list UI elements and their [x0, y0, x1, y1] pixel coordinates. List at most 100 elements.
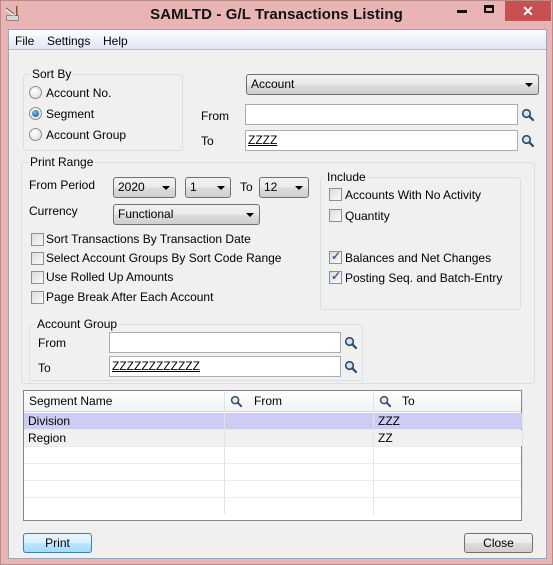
- checkbox-balances[interactable]: [329, 249, 342, 264]
- search-icon[interactable]: [344, 336, 358, 350]
- cell-to[interactable]: ZZ: [374, 430, 523, 446]
- cell-from[interactable]: [225, 430, 374, 446]
- checkbox-sort-code-range[interactable]: [31, 252, 44, 265]
- column-header-label: To: [402, 394, 415, 408]
- empty-cell: [225, 464, 374, 480]
- checkbox-sort-code-range-label: Select Account Groups By Sort Code Range: [46, 251, 282, 265]
- empty-row: [24, 447, 523, 464]
- account-group-to-input[interactable]: ZZZZZZZZZZZZ: [109, 356, 341, 377]
- checkbox-no-activity-label: Accounts With No Activity: [345, 188, 482, 202]
- from-period-label: From Period: [29, 178, 96, 192]
- checkbox-balances-label: Balances and Net Changes: [345, 251, 492, 265]
- checkbox-posting-seq-label: Posting Seq. and Batch-Entry: [345, 271, 503, 285]
- account-group-label: Account Group: [35, 317, 120, 331]
- close-button[interactable]: Close: [464, 533, 533, 553]
- menu-bar: File Settings Help: [9, 30, 546, 50]
- cell-from[interactable]: [225, 413, 374, 429]
- column-header-label: From: [254, 394, 282, 408]
- radio-account-group[interactable]: [29, 128, 42, 141]
- checkbox-page-break-label: Page Break After Each Account: [46, 290, 214, 304]
- table-row[interactable]: Region ZZ: [24, 430, 523, 447]
- checkbox-no-activity[interactable]: [329, 188, 342, 201]
- chevron-down-icon: [295, 186, 303, 190]
- menu-file[interactable]: File: [15, 34, 34, 48]
- sort-from-label: From: [201, 109, 229, 123]
- chevron-down-icon: [162, 186, 170, 190]
- checkbox-posting-seq[interactable]: [329, 269, 342, 284]
- segment-select-value: Account: [251, 77, 295, 91]
- search-icon[interactable]: [521, 108, 535, 122]
- checkbox-sort-by-date-label: Sort Transactions By Transaction Date: [46, 232, 251, 246]
- sort-from-input[interactable]: [245, 104, 518, 125]
- grid-header: Segment Name From To: [24, 391, 523, 412]
- search-icon[interactable]: [521, 134, 535, 148]
- app-window: SAMLTD - G/L Transactions Listing ✕ File…: [0, 0, 553, 565]
- checkbox-rolled-up-label: Use Rolled Up Amounts: [46, 270, 174, 284]
- chevron-down-icon: [525, 83, 533, 87]
- to-period-label: To: [240, 180, 253, 194]
- segment-select[interactable]: Account: [246, 74, 539, 95]
- sort-by-label: Sort By: [30, 67, 74, 81]
- minimize-button[interactable]: [449, 1, 475, 21]
- currency-label: Currency: [29, 204, 78, 218]
- close-window-button[interactable]: ✕: [505, 1, 551, 21]
- client-area: File Settings Help Sort By Account No. S…: [8, 29, 547, 559]
- empty-cell: [225, 447, 374, 463]
- cell-segment-name: Region: [24, 430, 225, 446]
- column-header-from[interactable]: From: [225, 391, 374, 412]
- sort-to-input[interactable]: ZZZZ: [245, 130, 518, 151]
- empty-cell: [225, 498, 374, 514]
- include-label: Include: [325, 170, 368, 184]
- empty-cell: [24, 447, 225, 463]
- checkbox-rolled-up[interactable]: [31, 271, 44, 284]
- radio-account-no-label: Account No.: [46, 86, 112, 100]
- chevron-down-icon: [217, 186, 225, 190]
- menu-settings[interactable]: Settings: [47, 34, 90, 48]
- radio-segment-label: Segment: [46, 107, 95, 121]
- checkbox-quantity[interactable]: [329, 209, 342, 222]
- column-header-to[interactable]: To: [374, 391, 523, 412]
- empty-cell: [24, 498, 225, 514]
- empty-cell: [225, 481, 374, 497]
- radio-account-group-label: Account Group: [46, 128, 127, 142]
- chevron-down-icon: [246, 213, 254, 217]
- empty-cell: [374, 498, 523, 514]
- checkbox-quantity-label: Quantity: [345, 209, 390, 223]
- maximize-button[interactable]: [476, 1, 502, 21]
- print-range-label: Print Range: [28, 155, 96, 169]
- column-header-label: Segment Name: [29, 394, 113, 408]
- empty-cell: [24, 481, 225, 497]
- menu-help[interactable]: Help: [103, 34, 128, 48]
- to-period-select[interactable]: 12: [259, 177, 309, 198]
- account-group-to-label: To: [38, 361, 51, 375]
- empty-row: [24, 464, 523, 481]
- empty-cell: [374, 447, 523, 463]
- search-icon[interactable]: [344, 360, 358, 374]
- radio-account-no[interactable]: [29, 86, 42, 99]
- empty-cell: [374, 464, 523, 480]
- from-period-select[interactable]: 1: [185, 177, 231, 198]
- column-header-segment-name[interactable]: Segment Name: [24, 391, 225, 412]
- search-icon: [230, 395, 243, 408]
- to-period-value: 12: [264, 180, 278, 194]
- account-group-from-label: From: [38, 336, 66, 350]
- empty-cell: [24, 464, 225, 480]
- empty-cell: [374, 481, 523, 497]
- account-group-from-input[interactable]: [109, 332, 341, 353]
- checkbox-page-break[interactable]: [31, 291, 44, 304]
- currency-select[interactable]: Functional: [113, 204, 260, 225]
- table-row[interactable]: Division ZZZ: [24, 413, 523, 430]
- sort-to-label: To: [201, 134, 214, 148]
- search-icon: [379, 395, 392, 408]
- currency-value: Functional: [118, 207, 174, 221]
- year-select-value: 2020: [118, 180, 145, 194]
- year-select[interactable]: 2020: [113, 177, 176, 198]
- from-period-value: 1: [190, 180, 197, 194]
- empty-row: [24, 481, 523, 498]
- print-button[interactable]: Print: [23, 533, 92, 553]
- title-bar: SAMLTD - G/L Transactions Listing ✕: [1, 1, 552, 28]
- empty-row: [24, 498, 523, 515]
- radio-segment[interactable]: [29, 107, 42, 120]
- cell-to[interactable]: ZZZ: [374, 413, 523, 429]
- checkbox-sort-by-date[interactable]: [31, 233, 44, 246]
